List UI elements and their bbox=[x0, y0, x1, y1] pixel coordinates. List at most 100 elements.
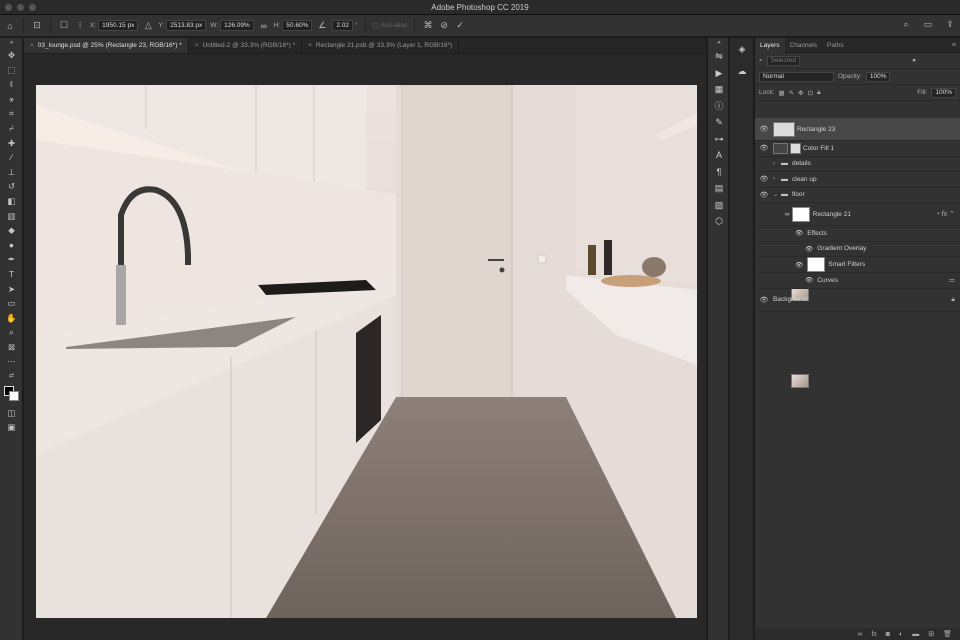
notes-icon[interactable]: ▨ bbox=[708, 197, 730, 214]
collapse-icon[interactable]: » bbox=[0, 38, 23, 48]
search-icon[interactable]: ⌕ bbox=[900, 19, 912, 30]
opacity-input[interactable]: 100% bbox=[865, 71, 891, 82]
lock-artboard-icon[interactable]: ⊡ bbox=[808, 89, 813, 97]
zoom-window-button[interactable] bbox=[29, 4, 36, 11]
close-tab-icon[interactable]: × bbox=[30, 42, 34, 49]
more-tools-icon[interactable]: ⋯ bbox=[0, 354, 23, 369]
chevron-right-icon[interactable]: › bbox=[773, 161, 781, 167]
layer-color-fill-1[interactable]: 👁︎ Color Fill 1 bbox=[755, 141, 960, 157]
tab-03-lounge[interactable]: × 03_lounge.psd @ 25% (Rectangle 23, RGB… bbox=[24, 38, 189, 53]
properties-icon[interactable]: ⊶ bbox=[708, 131, 730, 148]
visibility-eye-icon[interactable]: 👁︎ bbox=[755, 144, 773, 152]
layer-background[interactable]: 👁︎ Background 🔒︎ bbox=[755, 289, 960, 388]
3d-icon[interactable]: ⬡ bbox=[708, 213, 730, 230]
tab-layers[interactable]: Layers bbox=[755, 37, 785, 53]
hand-tool-icon[interactable]: ✋ bbox=[0, 311, 23, 326]
rectangle-tool-icon[interactable]: ▭ bbox=[0, 296, 23, 311]
share-icon[interactable]: ⇪ bbox=[944, 19, 956, 30]
paragraph-icon[interactable]: ¶ bbox=[708, 164, 730, 181]
effects-eye-icon[interactable]: 👁︎ bbox=[795, 229, 803, 237]
crop-tool-icon[interactable]: ⌗ bbox=[0, 106, 23, 121]
pen-tool-icon[interactable]: ✒ bbox=[0, 252, 23, 267]
minimize-window-button[interactable] bbox=[17, 4, 24, 11]
link-layers-icon[interactable]: ∞ bbox=[857, 631, 862, 638]
layer-rectangle-23[interactable]: 👁︎ Rectangle 23 bbox=[755, 118, 960, 141]
tab-channels[interactable]: Channels bbox=[785, 38, 822, 53]
group-floor[interactable]: 👁︎ ⌄ ▬ floor bbox=[755, 188, 960, 203]
path-selection-tool-icon[interactable]: ➤ bbox=[0, 282, 23, 297]
eraser-tool-icon[interactable]: ◧ bbox=[0, 194, 23, 209]
move-tool-icon[interactable]: ✥ bbox=[0, 48, 23, 63]
lasso-tool-icon[interactable]: ℓ bbox=[0, 77, 23, 92]
filter-options-icon[interactable]: ⚌ bbox=[949, 276, 955, 284]
link-icon[interactable]: ∞ bbox=[785, 211, 790, 218]
antialias-checkbox[interactable]: ☐ Anti-alias bbox=[373, 22, 408, 30]
cloud-icon[interactable]: ☁ bbox=[730, 60, 754, 82]
type-tool-icon[interactable]: T bbox=[0, 267, 23, 282]
effect-eye-icon[interactable]: 👁︎ bbox=[805, 245, 813, 253]
x-input[interactable]: 1950.15 px bbox=[98, 20, 139, 31]
swap-colors-icon[interactable]: ⇄ bbox=[0, 369, 23, 384]
artboard-tool-icon[interactable]: ⊠ bbox=[0, 340, 23, 355]
healing-brush-tool-icon[interactable]: ✚ bbox=[0, 136, 23, 151]
close-tab-icon[interactable]: × bbox=[308, 42, 312, 49]
visibility-eye-icon[interactable]: 👁︎ bbox=[755, 175, 773, 183]
fill-input[interactable]: 100% bbox=[931, 87, 956, 98]
close-tab-icon[interactable]: × bbox=[195, 42, 199, 49]
filter-toggle-icon[interactable]: ● bbox=[912, 57, 916, 64]
panel-menu-icon[interactable]: ≡ bbox=[952, 42, 956, 49]
brush-tool-icon[interactable]: ∕ bbox=[0, 150, 23, 165]
curves-row[interactable]: 👁︎ Curves ⚌ bbox=[755, 273, 960, 289]
blur-tool-icon[interactable]: ◆ bbox=[0, 223, 23, 238]
swatches-icon[interactable]: ▦ bbox=[708, 81, 730, 98]
effects-row[interactable]: 👁︎ Effects bbox=[755, 226, 960, 242]
y-input[interactable]: 2513.83 px bbox=[166, 20, 207, 31]
quick-mask-icon[interactable]: ◫ bbox=[0, 406, 23, 421]
visibility-eye-icon[interactable]: 👁︎ bbox=[755, 191, 773, 199]
group-details[interactable]: 👁︎ › ▬ details bbox=[755, 157, 960, 172]
reference-grid-icon[interactable]: ⁝ bbox=[74, 20, 86, 31]
screen-mode-icon[interactable]: ▣ bbox=[0, 420, 23, 435]
marquee-tool-icon[interactable]: ⬚ bbox=[0, 63, 23, 78]
curves-eye-icon[interactable]: 👁︎ bbox=[805, 276, 813, 284]
home-icon[interactable]: ⌂ bbox=[4, 21, 16, 31]
dodge-tool-icon[interactable]: ● bbox=[0, 238, 23, 253]
cancel-icon[interactable]: ⊘ bbox=[438, 20, 450, 31]
lock-all-icon[interactable]: 🔒︎ bbox=[817, 89, 820, 97]
workspace-icon[interactable]: ▭ bbox=[922, 19, 934, 30]
add-mask-icon[interactable]: ◙ bbox=[886, 631, 890, 638]
link-icon[interactable]: ∞ bbox=[258, 21, 270, 31]
zoom-tool-icon[interactable]: ⌕ bbox=[0, 325, 23, 340]
document-canvas[interactable] bbox=[36, 85, 697, 618]
visibility-eye-icon[interactable]: 👁︎ bbox=[755, 160, 773, 168]
actions-play-icon[interactable]: ▶ bbox=[708, 65, 730, 82]
lock-position-icon[interactable]: ✥ bbox=[798, 89, 803, 97]
tab-rectangle-21[interactable]: × Rectangle 21.psb @ 33.3% (Layer 1, RGB… bbox=[302, 38, 460, 53]
collapse-icon[interactable]: « bbox=[708, 38, 730, 48]
reference-toggle-icon[interactable]: ☐ bbox=[58, 20, 70, 31]
smart-filters-eye-icon[interactable]: 👁︎ bbox=[795, 261, 803, 269]
color-swatches[interactable] bbox=[0, 384, 23, 406]
chevron-down-icon[interactable]: ⌄ bbox=[773, 191, 781, 198]
character-icon[interactable]: A bbox=[708, 147, 730, 164]
smart-filters-row[interactable]: 👁︎ Smart Filters bbox=[755, 257, 960, 273]
blend-mode-select[interactable]: Normal bbox=[759, 71, 834, 82]
filter-select[interactable]: Selected bbox=[766, 55, 800, 66]
chevron-right-icon[interactable]: › bbox=[773, 176, 781, 182]
history-brush-tool-icon[interactable]: ↺ bbox=[0, 179, 23, 194]
magic-wand-tool-icon[interactable]: ⚹ bbox=[0, 92, 23, 107]
adjustments-icon[interactable]: ⇋ bbox=[708, 48, 730, 65]
delete-layer-icon[interactable]: 🗑︎ bbox=[943, 630, 952, 638]
fx-icon[interactable]: ◔ fx ⌃ bbox=[936, 210, 955, 218]
libraries-icon[interactable]: ▤ bbox=[708, 180, 730, 197]
delta-icon[interactable]: △ bbox=[142, 20, 154, 31]
group-clean-up[interactable]: 👁︎ › ▬ clean up bbox=[755, 172, 960, 188]
lock-pixels-icon[interactable]: ✎ bbox=[789, 89, 794, 97]
gradient-tool-icon[interactable]: ▥ bbox=[0, 209, 23, 224]
visibility-eye-icon[interactable]: 👁︎ bbox=[755, 296, 773, 304]
clone-stamp-tool-icon[interactable]: ⊥ bbox=[0, 165, 23, 180]
new-adjustment-icon[interactable]: ◐ bbox=[899, 631, 903, 638]
lock-transparent-icon[interactable]: ▦ bbox=[779, 89, 785, 97]
reference-point-icon[interactable]: ⊡ bbox=[31, 20, 43, 31]
visibility-eye-icon[interactable]: 👁︎ bbox=[755, 125, 773, 133]
